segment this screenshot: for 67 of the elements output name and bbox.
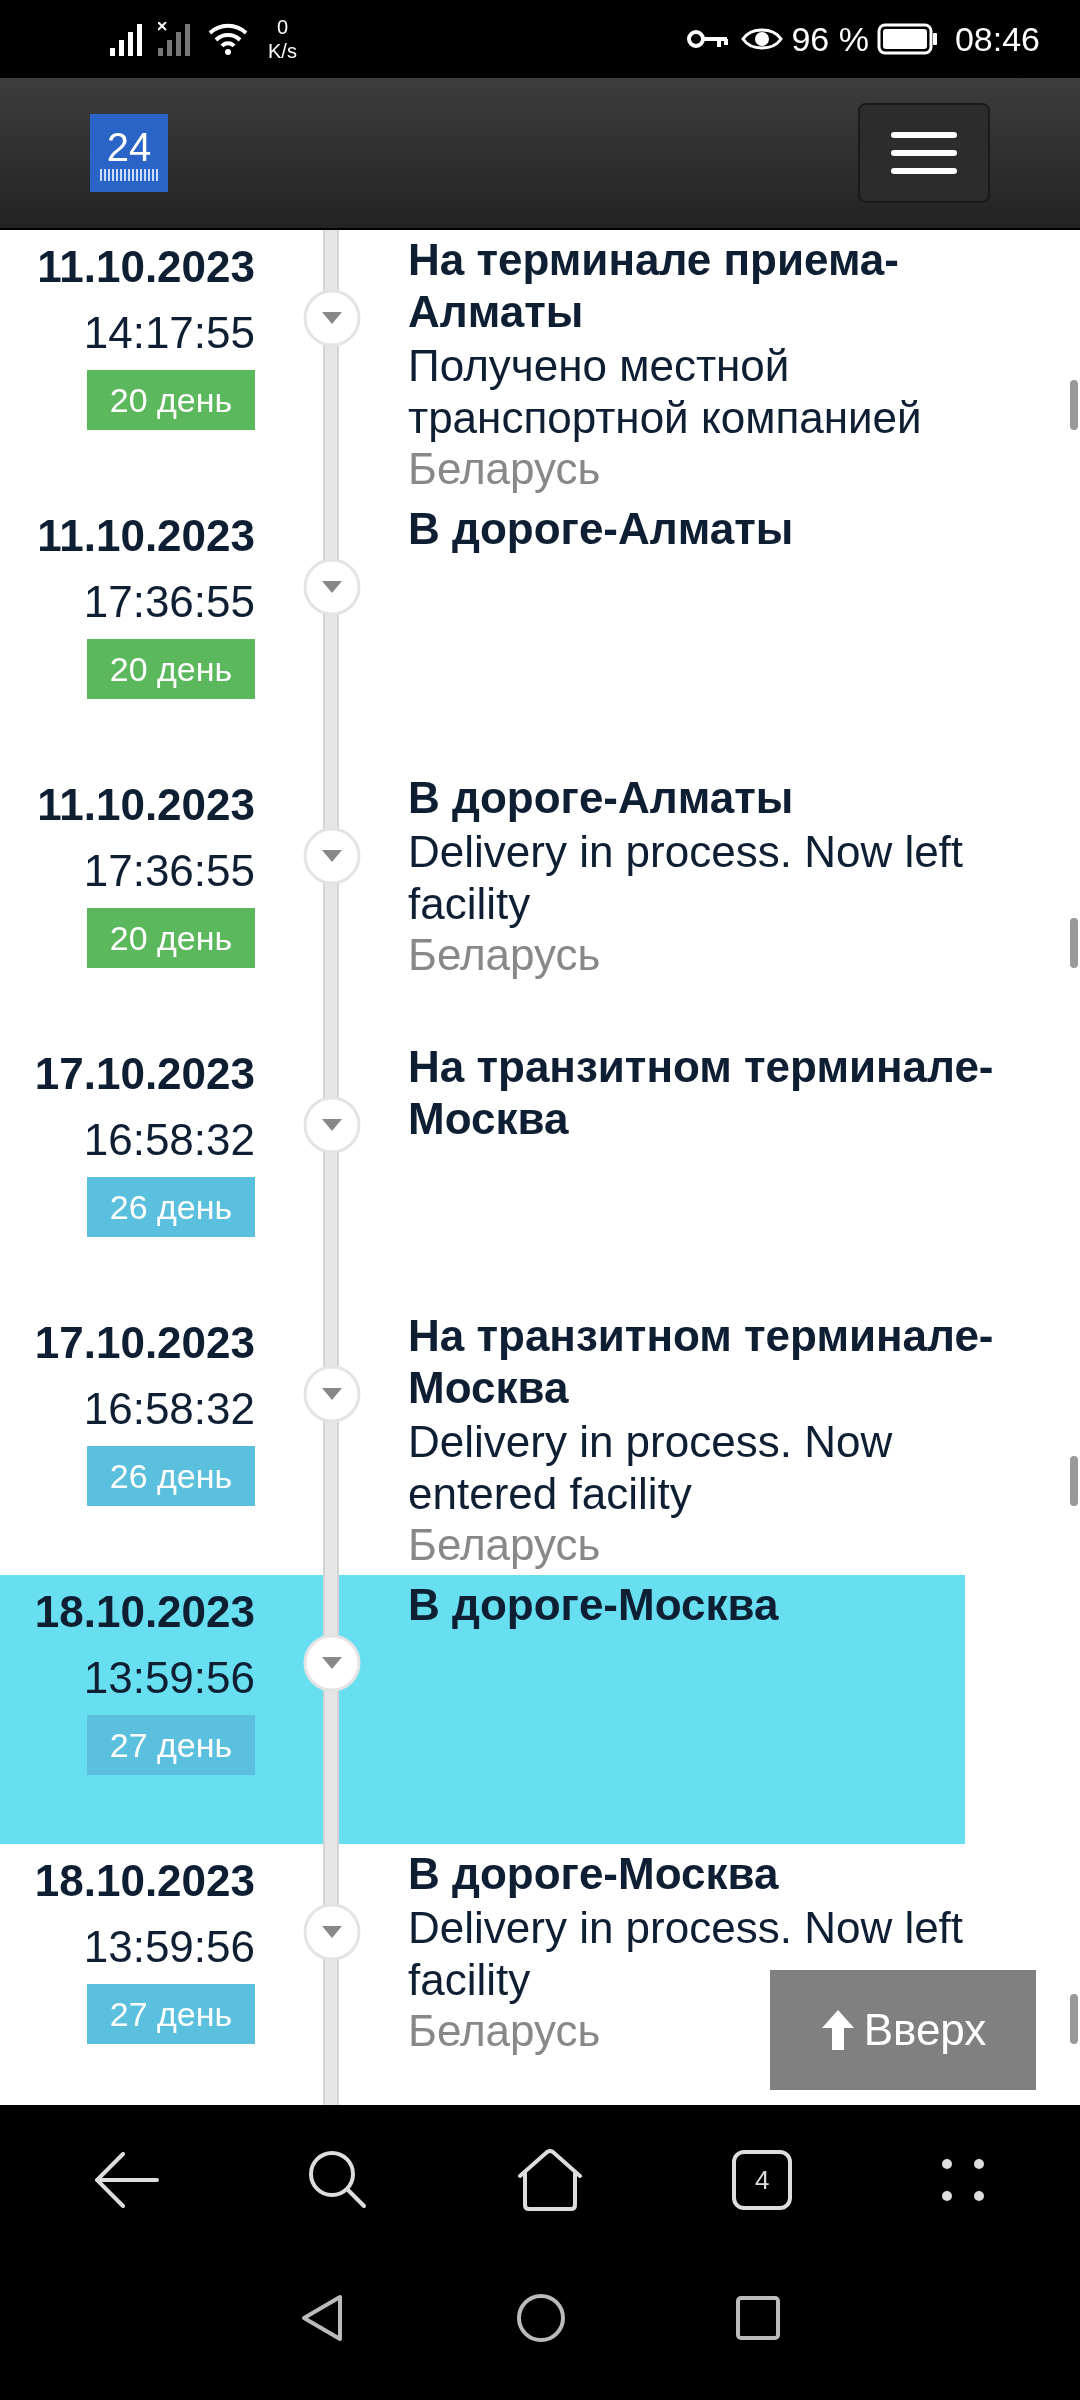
event-time: 14:17:55	[83, 307, 255, 359]
event-description: Delivery in process. Now entered facility	[408, 1416, 894, 1520]
days-badge: 20 день	[87, 908, 255, 968]
wifi-icon	[208, 23, 248, 55]
event-time: 16:58:32	[83, 1114, 255, 1166]
event-time: 13:59:56	[83, 1652, 255, 1704]
menu-button[interactable]	[858, 103, 990, 203]
timeline-marker-icon	[301, 1902, 362, 1962]
key-icon	[687, 29, 730, 49]
battery-text: 96 %	[791, 18, 869, 60]
timeline-marker-icon	[301, 1364, 362, 1424]
logo-text: 24	[106, 125, 152, 169]
more-icon[interactable]	[941, 2158, 986, 2202]
days-badge: 27 день	[87, 1715, 255, 1775]
event-time: 17:36:55	[83, 845, 255, 897]
event-time: 17:36:55	[83, 576, 255, 628]
event-country: Беларусь	[408, 444, 601, 494]
event-description: Получено местной транспортной компанией	[408, 340, 923, 444]
event-date: 11.10.2023	[37, 510, 255, 562]
scroll-top-button[interactable]: Вверх	[770, 1970, 1036, 2090]
event-date: 17.10.2023	[34, 1317, 255, 1369]
days-badge: 26 день	[87, 1446, 255, 1506]
event-time: 13:59:56	[83, 1921, 255, 1973]
event-title: В дороге-Москва	[408, 1848, 779, 1900]
speed-unit: K/s	[268, 39, 297, 63]
event-date: 18.10.2023	[34, 1586, 255, 1638]
scrollbar	[1070, 1456, 1078, 1506]
event-country: Беларусь	[408, 2006, 601, 2056]
event-date: 18.10.2023	[34, 1855, 255, 1907]
event-description: Delivery in process. Now left facility	[408, 826, 965, 930]
battery-icon	[876, 23, 939, 55]
days-badge: 27 день	[87, 1984, 255, 2044]
event-date: 11.10.2023	[37, 779, 255, 831]
event-title: В дороге-Алматы	[408, 503, 794, 555]
event-date: 17.10.2023	[34, 1048, 255, 1100]
timeline-marker-icon	[301, 1633, 362, 1693]
tabs-button[interactable]: 4	[732, 2150, 793, 2210]
event-date: 11.10.2023	[37, 241, 255, 293]
event-title: На терминале приема-Алматы	[408, 234, 900, 338]
timeline-marker-icon	[301, 557, 362, 617]
event-title: В дороге-Алматы	[408, 772, 794, 824]
home-icon[interactable]	[516, 2292, 566, 2343]
event-country: Беларусь	[408, 930, 601, 980]
site-logo[interactable]: 24	[90, 114, 168, 192]
recent-apps-icon[interactable]	[736, 2295, 780, 2340]
event-time: 16:58:32	[83, 1383, 255, 1435]
clock: 08:46	[954, 18, 1040, 60]
days-badge: 26 день	[87, 1177, 255, 1237]
home-icon[interactable]	[516, 2149, 583, 2211]
event-title: На транзитном терминале-Москва	[408, 1041, 995, 1145]
menu-icon	[891, 132, 957, 174]
arrow-up-icon	[819, 2008, 856, 2052]
search-icon[interactable]	[307, 2150, 368, 2210]
timeline-marker-icon	[301, 1095, 362, 1155]
scrollbar	[1070, 918, 1078, 968]
days-badge: 20 день	[87, 370, 255, 430]
back-icon[interactable]	[94, 2152, 159, 2208]
event-country: Беларусь	[408, 1520, 601, 1570]
scrollbar	[1070, 1994, 1078, 2044]
event-title: На транзитном терминале-Москва	[408, 1310, 995, 1414]
timeline-marker-icon	[301, 826, 362, 886]
scrollbar	[1070, 380, 1078, 430]
speed-value: 0	[276, 15, 288, 39]
days-badge: 20 день	[87, 639, 255, 699]
event-title: В дороге-Москва	[408, 1579, 779, 1631]
timeline-marker-icon	[301, 288, 362, 348]
barcode-icon	[99, 169, 159, 181]
